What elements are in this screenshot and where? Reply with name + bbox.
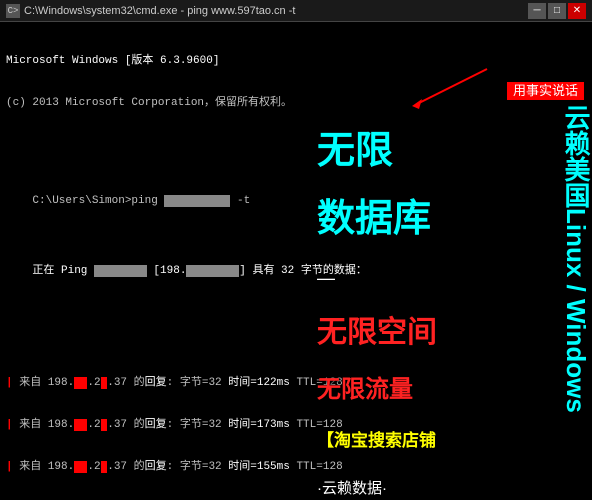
title-bar: C> C:\Windows\system32\cmd.exe - ping ww…	[0, 0, 592, 22]
table-row: | 来自 198. .2 .37 的回复: 字节=32 时间=155ms TTL…	[6, 460, 586, 474]
table-row: | 来自 198. .2 .37 的回复: 字节=32 时间=173ms TTL…	[6, 418, 586, 432]
minimize-button[interactable]: ─	[528, 3, 546, 19]
table-row: | 来自 198. .2 .37 的回复: 字节=32 时间=122ms TTL…	[6, 376, 586, 390]
close-button[interactable]: ✕	[568, 3, 586, 19]
data-rows-container: | 来自 198. .2 .37 的回复: 字节=32 时间=122ms TTL…	[6, 348, 586, 500]
title-bar-left: C> C:\Windows\system32\cmd.exe - ping ww…	[6, 4, 295, 18]
line-blank	[6, 138, 586, 152]
title-bar-controls[interactable]: ─ □ ✕	[528, 3, 586, 19]
terminal: Microsoft Windows [版本 6.3.9600] (c) 2013…	[0, 22, 592, 500]
big-text-wuxian-space: 无限空间	[317, 317, 547, 349]
line-copyright: (c) 2013 Microsoft Corporation，保留所有权利。	[6, 96, 586, 110]
line-ping-start: 正在 Ping [198. ] 具有 32 字节的数据：	[6, 250, 586, 292]
line-command: C:\Users\Simon>ping -t	[6, 180, 586, 222]
line-version: Microsoft Windows [版本 6.3.9600]	[6, 54, 586, 68]
cmd-icon: C>	[6, 4, 20, 18]
maximize-button[interactable]: □	[548, 3, 566, 19]
title-bar-text: C:\Windows\system32\cmd.exe - ping www.5…	[24, 5, 295, 17]
